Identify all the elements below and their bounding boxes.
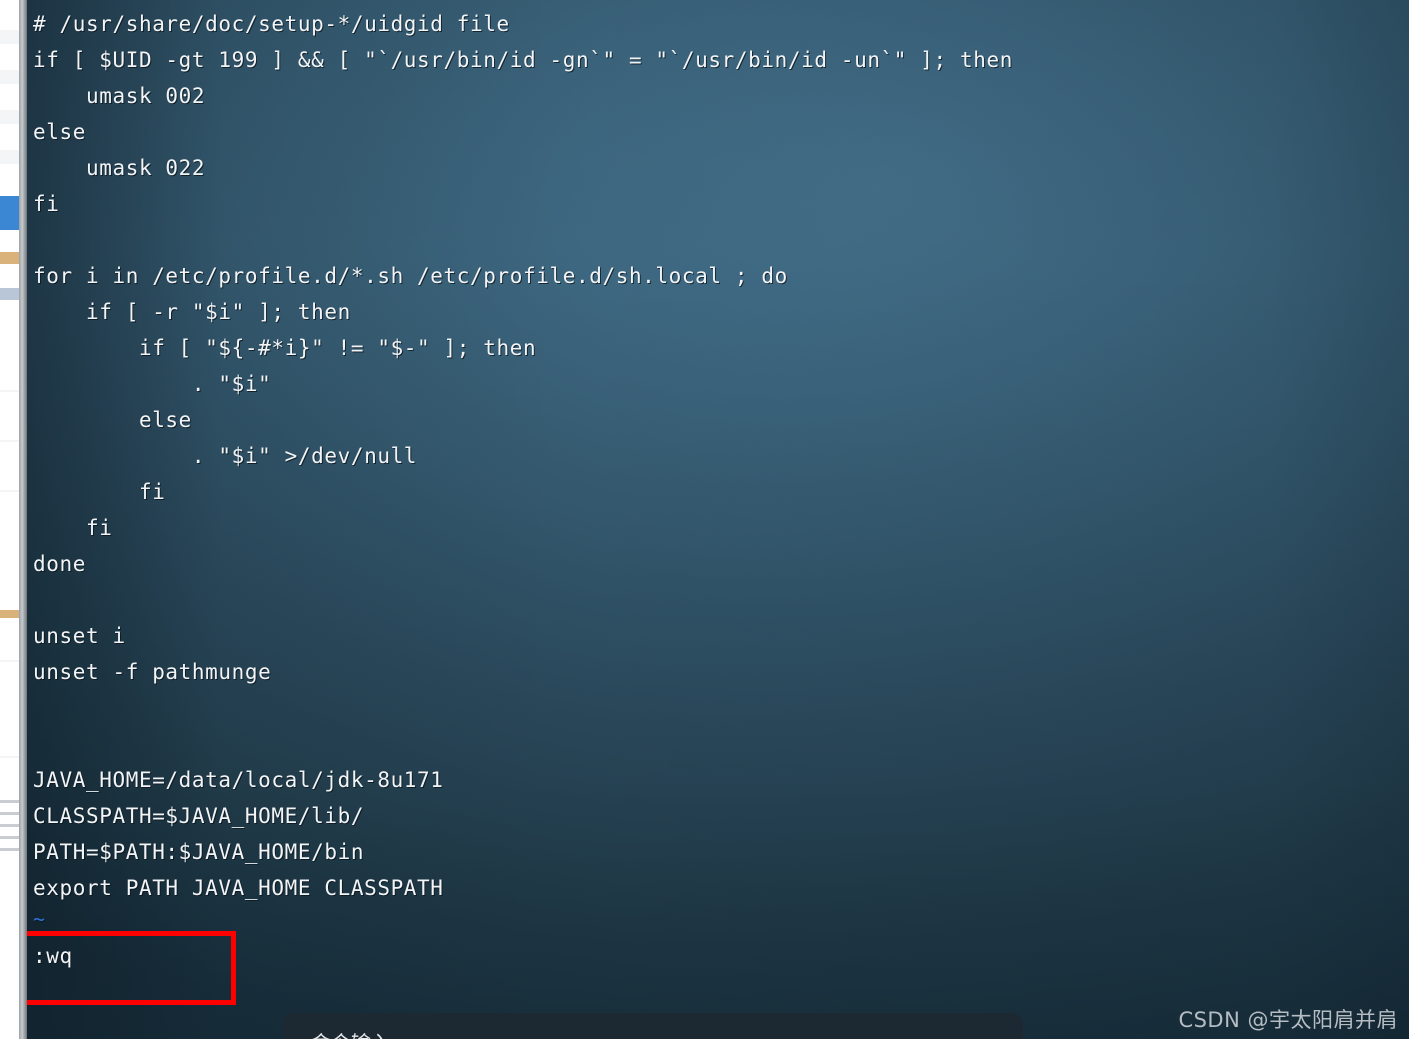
code-line: else (33, 408, 192, 432)
code-line: umask 002 (33, 84, 206, 108)
background-window-sliver[interactable] (0, 0, 19, 1039)
code-line: # /usr/share/doc/setup-*/uidgid file (33, 12, 510, 36)
code-line: if [ -r "$i" ]; then (33, 300, 351, 324)
code-line: CLASSPATH=$JAVA_HOME/lib/ (33, 804, 365, 828)
code-line: if [ $UID -gt 199 ] && [ "`/usr/bin/id -… (33, 48, 1013, 72)
bottom-popup-panel[interactable]: 命令输入 (283, 1013, 1023, 1039)
code-line: export PATH JAVA_HOME CLASSPATH (33, 876, 444, 900)
terminal-window[interactable]: # /usr/share/doc/setup-*/uidgid file if … (27, 0, 1409, 1039)
code-line: else (33, 120, 86, 144)
code-line: fi (33, 516, 113, 540)
screenshot-root: # /usr/share/doc/setup-*/uidgid file if … (0, 0, 1409, 1039)
code-line: unset i (33, 624, 126, 648)
background-window-selected-row[interactable] (0, 196, 19, 230)
code-line: fi (33, 192, 60, 216)
code-line: for i in /etc/profile.d/*.sh /etc/profil… (33, 264, 788, 288)
annotation-highlight-box (27, 931, 236, 1005)
code-line: . "$i" (33, 372, 272, 396)
code-line: . "$i" >/dev/null (33, 444, 418, 468)
code-line: if [ "${-#*i}" != "$-" ]; then (33, 336, 537, 360)
empty-line-marker: ~ (33, 907, 46, 931)
vim-command-line[interactable]: :wq (33, 944, 73, 968)
code-line: unset -f pathmunge (33, 660, 272, 684)
code-line: PATH=$PATH:$JAVA_HOME/bin (33, 840, 365, 864)
editor-buffer[interactable]: # /usr/share/doc/setup-*/uidgid file if … (33, 6, 1409, 932)
bottom-popup-label: 命令输入 (311, 1027, 391, 1039)
csdn-watermark: CSDN @宇太阳肩并肩 (1178, 1008, 1398, 1032)
code-line: umask 022 (33, 156, 206, 180)
code-line: done (33, 552, 86, 576)
code-line: fi (33, 480, 166, 504)
code-line: JAVA_HOME=/data/local/jdk-8u171 (33, 768, 444, 792)
window-edge-divider (19, 0, 27, 1039)
